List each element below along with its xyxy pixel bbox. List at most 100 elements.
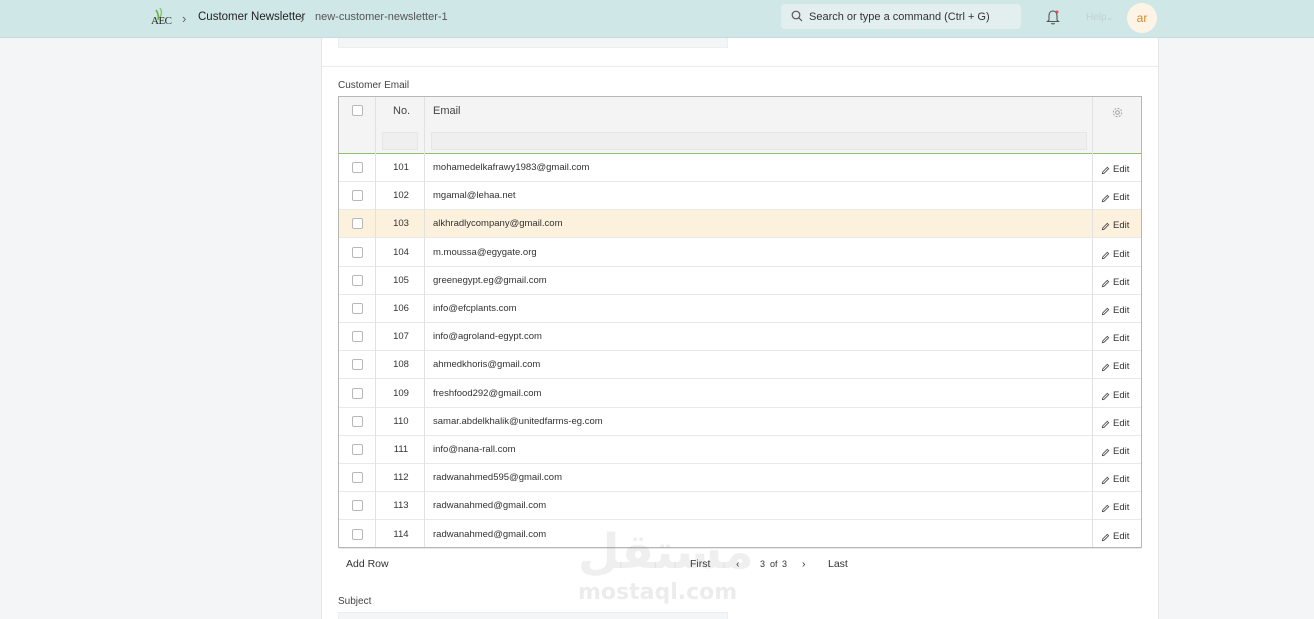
row-email[interactable]: alkhradlycompany@gmail.com — [433, 218, 563, 229]
table-row[interactable]: 112 radwanahmed595@gmail.com Edit — [339, 464, 1141, 493]
row-checkbox[interactable] — [352, 528, 363, 540]
row-email[interactable]: mohamedelkafrawy1983@gmail.com — [433, 162, 589, 173]
row-email[interactable]: greenegypt.eg@gmail.com — [433, 275, 547, 286]
row-checkbox[interactable] — [352, 303, 363, 314]
filter-no-input[interactable] — [382, 132, 418, 150]
row-checkbox[interactable] — [352, 415, 363, 427]
table-row[interactable]: 111 info@nana-rall.com Edit — [339, 436, 1141, 464]
edit-label: Edit — [1113, 248, 1130, 260]
row-no: 101 — [393, 162, 409, 173]
table-row[interactable]: 110 samar.abdelkhalik@unitedfarms-eg.com E… — [339, 408, 1141, 436]
breadcrumb-chevron-icon: › — [300, 11, 305, 26]
table-row[interactable]: 108 ahmedkhoris@gmail.com Edit — [339, 351, 1141, 380]
row-email[interactable]: mgamal@lehaa.net — [433, 190, 516, 201]
row-email[interactable]: info@efcplants.com — [433, 303, 517, 314]
row-no: 104 — [393, 246, 409, 258]
row-no: 107 — [393, 331, 409, 343]
previous-field-input[interactable] — [338, 38, 728, 48]
table-row[interactable]: 106 info@efcplants.com Edit — [339, 295, 1141, 323]
table-header: No. Email — [339, 97, 1141, 154]
edit-label: Edit — [1113, 417, 1130, 429]
logo-text[interactable]: AEC — [151, 15, 172, 27]
row-checkbox[interactable] — [352, 190, 363, 202]
select-all-checkbox[interactable] — [352, 105, 363, 116]
edit-label: Edit — [1113, 333, 1130, 345]
breadcrumb-customer-newsletter[interactable]: Customer Newsletter — [198, 11, 305, 23]
row-checkbox[interactable] — [352, 246, 363, 258]
pager-last-button[interactable]: Last — [828, 558, 848, 570]
filter-email-input[interactable] — [431, 132, 1087, 150]
edit-label: Edit — [1113, 530, 1130, 542]
row-email[interactable]: radwanahmed595@gmail.com — [433, 472, 562, 483]
gear-icon[interactable] — [1112, 107, 1123, 118]
edit-label: Edit — [1113, 502, 1130, 514]
help-menu[interactable]: Help — [1086, 12, 1107, 23]
edit-label: Edit — [1113, 276, 1130, 288]
row-email[interactable]: m.moussa@egygate.org — [433, 247, 537, 258]
breadcrumb-current-doc[interactable]: new-customer-newsletter-1 — [315, 11, 448, 23]
edit-label: Edit — [1113, 192, 1130, 204]
subject-input[interactable] — [338, 612, 728, 619]
row-email[interactable]: samar.abdelkhalik@unitedfarms-eg.com — [433, 416, 603, 427]
pager-total-pages: 3 — [782, 559, 788, 569]
add-row-button[interactable]: Add Row — [346, 558, 389, 570]
pencil-icon — [1101, 251, 1110, 259]
table-row[interactable]: 109 freshfood292@gmail.com Edit — [339, 380, 1141, 408]
notification-bell-icon[interactable] — [1045, 9, 1061, 26]
row-checkbox[interactable] — [352, 274, 363, 286]
row-email[interactable]: radwanahmed@gmail.com — [433, 529, 546, 540]
subject-label: Subject — [338, 596, 372, 607]
pencil-icon — [1101, 505, 1110, 513]
row-no: 112 — [393, 472, 409, 484]
pager-next-icon[interactable]: › — [802, 558, 806, 570]
pencil-icon — [1101, 223, 1110, 231]
row-no: 106 — [393, 303, 409, 314]
section-divider — [322, 66, 1158, 67]
avatar[interactable]: ar — [1127, 3, 1157, 33]
column-header-email[interactable]: Email — [433, 105, 461, 117]
row-no: 102 — [393, 190, 409, 202]
row-email[interactable]: radwanahmed@gmail.com — [433, 500, 546, 511]
row-checkbox[interactable] — [352, 387, 363, 399]
column-header-no[interactable]: No. — [393, 105, 410, 117]
row-no: 108 — [393, 359, 409, 371]
table-row[interactable]: 102 mgamal@lehaa.net Edit — [339, 182, 1141, 211]
row-checkbox[interactable] — [352, 359, 363, 371]
pencil-icon — [1101, 448, 1110, 457]
table-row[interactable]: 105 greenegypt.eg@gmail.com Edit — [339, 267, 1141, 295]
row-checkbox[interactable] — [352, 331, 363, 343]
pager-current-page: 3 — [760, 559, 766, 569]
edit-label: Edit — [1113, 220, 1130, 232]
row-no: 103 — [393, 218, 409, 230]
customer-email-label: Customer Email — [338, 80, 410, 91]
pencil-icon — [1101, 166, 1110, 175]
table-row[interactable]: 101 mohamedelkafrawy1983@gmail.com Edit — [339, 154, 1141, 182]
row-checkbox[interactable] — [352, 218, 363, 230]
row-checkbox[interactable] — [352, 472, 363, 484]
table-row[interactable]: 104 m.moussa@egygate.org Edit — [339, 239, 1141, 267]
row-checkbox[interactable] — [352, 162, 363, 173]
pencil-icon — [1101, 307, 1110, 316]
pencil-icon — [1101, 476, 1110, 485]
edit-label: Edit — [1113, 389, 1130, 401]
row-email[interactable]: freshfood292@gmail.com — [433, 388, 541, 399]
row-email[interactable]: info@nana-rall.com — [433, 444, 516, 455]
pencil-icon — [1101, 392, 1110, 400]
chevron-down-icon[interactable]: ⌄ — [1106, 12, 1114, 23]
row-checkbox[interactable] — [352, 444, 363, 455]
column-divider — [375, 97, 376, 547]
edit-label: Edit — [1113, 361, 1130, 373]
search-bar[interactable] — [781, 4, 1021, 29]
search-icon — [791, 10, 803, 22]
pencil-icon — [1101, 335, 1110, 344]
row-email[interactable]: info@agroland-egypt.com — [433, 331, 542, 342]
table-row[interactable]: 107 info@agroland-egypt.com Edit — [339, 323, 1141, 352]
pencil-icon — [1101, 420, 1110, 429]
pager-of-label: of — [770, 559, 778, 569]
column-divider — [1092, 97, 1093, 547]
row-email[interactable]: ahmedkhoris@gmail.com — [433, 359, 540, 370]
table-row[interactable]: 113 radwanahmed@gmail.com Edit — [339, 492, 1141, 521]
search-input[interactable] — [809, 4, 1014, 29]
table-row[interactable]: 103 alkhradlycompany@gmail.com Edit — [339, 210, 1141, 239]
row-checkbox[interactable] — [352, 500, 363, 512]
